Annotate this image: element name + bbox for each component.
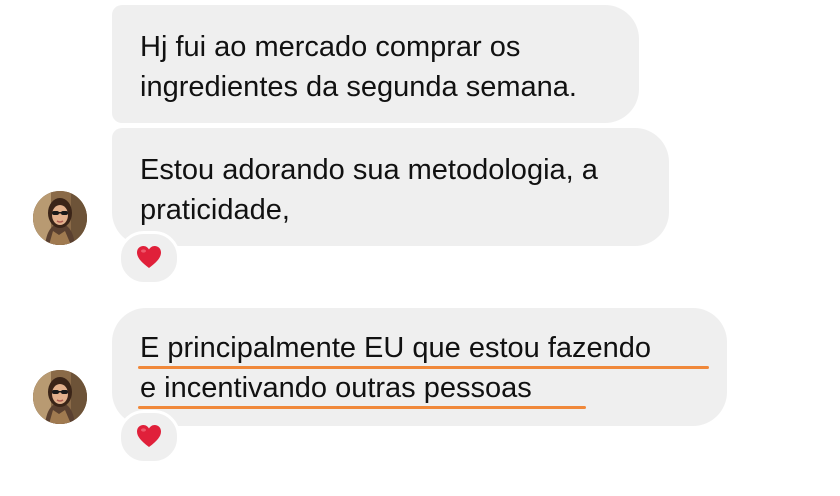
message-text-line: Hj fui ao mercado comprar os bbox=[140, 31, 521, 63]
message-bubble[interactable]: E principalmente EU que estou fazendo e … bbox=[112, 308, 727, 426]
message-text-line: Estou adorando sua metodologia, a bbox=[140, 154, 598, 186]
message-text-line: E principalmente EU que estou fazendo bbox=[138, 328, 709, 369]
reaction-badge[interactable] bbox=[118, 410, 180, 464]
reaction-badge[interactable] bbox=[118, 231, 180, 285]
message-text-line: e incentivando outras pessoas bbox=[138, 368, 699, 409]
heart-icon bbox=[137, 425, 161, 447]
sender-avatar[interactable] bbox=[33, 370, 87, 424]
avatar-photo bbox=[33, 370, 87, 424]
message-text-line: ingredientes da segunda semana. bbox=[140, 71, 577, 103]
message-text-line: praticidade, bbox=[140, 194, 290, 226]
highlighted-text: E principalmente EU que estou fazendo bbox=[140, 332, 652, 364]
highlight-underline bbox=[138, 406, 586, 409]
heart-icon bbox=[137, 246, 161, 268]
message-bubble[interactable]: Hj fui ao mercado comprar os ingrediente… bbox=[112, 5, 639, 123]
highlighted-text: e incentivando outras pessoas bbox=[140, 372, 532, 404]
avatar-photo bbox=[33, 191, 87, 245]
sender-avatar[interactable] bbox=[33, 191, 87, 245]
message-bubble[interactable]: Estou adorando sua metodologia, a pratic… bbox=[112, 128, 669, 246]
